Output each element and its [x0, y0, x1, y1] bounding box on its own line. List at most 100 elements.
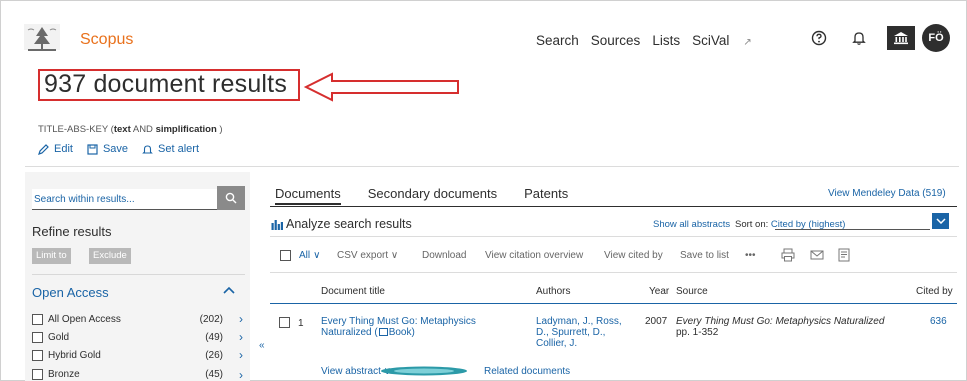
query-term: simplification [155, 124, 217, 135]
author-line: Collier, J. [536, 338, 578, 349]
facet-count: (26) [205, 349, 223, 361]
tab-documents[interactable]: Documents [275, 186, 341, 205]
table-header-underline [270, 303, 957, 304]
chevron-right-icon[interactable]: › [239, 330, 243, 344]
checkbox[interactable] [32, 313, 43, 325]
tab-secondary-documents[interactable]: Secondary documents [368, 186, 497, 205]
checkbox[interactable] [32, 331, 43, 343]
title-line: Every Thing Must Go: Metaphysics [321, 316, 476, 327]
author-line: D., Spurrett, D., [536, 327, 606, 338]
sort-label: Sort on: [735, 219, 769, 230]
nav-search[interactable]: Search [536, 33, 579, 48]
chevron-right-icon[interactable]: › [239, 368, 243, 381]
book-icon [378, 328, 388, 336]
title-line: Naturalized ( [321, 327, 378, 338]
column-header-cited-by[interactable]: Cited by [916, 286, 953, 297]
facet-label: Bronze [48, 369, 80, 380]
analyze-label: Analyze search results [286, 217, 412, 231]
facet-hybrid-gold[interactable]: Hybrid Gold (26) › [32, 348, 245, 362]
checkbox[interactable] [280, 250, 291, 261]
save-to-list-button[interactable]: Save to list [680, 250, 729, 261]
full-text-link-icon[interactable] [380, 366, 468, 376]
external-link-icon: ↗ [743, 37, 752, 48]
chevron-down-icon[interactable]: ∨ [313, 250, 320, 261]
email-icon[interactable] [810, 248, 824, 262]
chevron-right-icon[interactable]: › [239, 312, 243, 326]
tab-patents[interactable]: Patents [524, 186, 568, 205]
column-header-authors[interactable]: Authors [536, 286, 570, 297]
set-alert-button[interactable]: Set alert [142, 143, 199, 155]
bar-chart-icon [271, 219, 283, 230]
search-icon [225, 192, 237, 204]
search-within-input[interactable]: Search within results... [32, 189, 217, 210]
checkbox[interactable] [32, 349, 43, 361]
facet-count: (49) [205, 331, 223, 343]
set-alert-label: Set alert [158, 143, 200, 155]
tabs-underline [270, 206, 957, 207]
facet-count: (202) [199, 313, 223, 325]
facet-bronze[interactable]: Bronze (45) › [32, 368, 245, 381]
row-number: 1 [298, 318, 304, 329]
facet-gold[interactable]: Gold (49) › [32, 330, 245, 344]
show-all-abstracts-link[interactable]: Show all abstracts [653, 219, 730, 230]
column-header-source[interactable]: Source [676, 286, 708, 297]
chevron-right-icon[interactable]: › [239, 348, 243, 362]
chevron-down-icon: ∨ [390, 250, 399, 261]
refine-title: Refine results [32, 224, 112, 239]
exclude-button[interactable]: Exclude [89, 248, 131, 264]
facet-label: All Open Access [48, 313, 121, 325]
view-mendeley-link[interactable]: View Mendeley Data (519) [828, 188, 946, 199]
elsevier-logo-icon [24, 24, 60, 51]
facet-label: Gold [48, 331, 70, 343]
related-documents-link[interactable]: Related documents [484, 366, 570, 377]
sort-underline [775, 229, 930, 230]
search-within-button[interactable] [217, 186, 245, 210]
open-access-heading[interactable]: Open Access [32, 285, 109, 300]
divider [25, 166, 959, 167]
select-all-control[interactable]: All ∨ [280, 250, 320, 261]
save-icon [87, 143, 98, 155]
collapse-sidebar-icon[interactable]: « [259, 340, 265, 351]
authors-links[interactable]: Ladyman, J., Ross, D., Spurrett, D., Col… [536, 316, 622, 349]
analyze-results-link[interactable]: Analyze search results [271, 217, 412, 231]
facet-label: Hybrid Gold [48, 349, 101, 361]
facet-all-open-access[interactable]: All Open Access (202) › [32, 312, 245, 326]
view-citation-overview-button[interactable]: View citation overview [485, 250, 583, 261]
edit-button[interactable]: Edit [38, 143, 73, 155]
nav-sources[interactable]: Sources [591, 33, 641, 48]
checkbox[interactable] [32, 369, 43, 380]
csv-export-button[interactable]: CSV export ∨ [337, 250, 398, 261]
query-prefix: TITLE-ABS-KEY ( [38, 124, 114, 135]
row-checkbox[interactable] [279, 317, 290, 328]
nav-scival[interactable]: SciVal ↗ [692, 33, 764, 48]
source-title[interactable]: Every Thing Must Go: Metaphysics Natural… [676, 316, 884, 327]
chevron-down-icon[interactable] [932, 213, 949, 229]
brand-name[interactable]: Scopus [80, 31, 133, 49]
chevron-up-icon[interactable] [223, 283, 235, 297]
view-cited-by-button[interactable]: View cited by [604, 250, 663, 261]
download-button[interactable]: Download [422, 250, 466, 261]
save-button[interactable]: Save [87, 143, 128, 155]
facet-count: (45) [205, 369, 223, 380]
print-icon[interactable] [781, 248, 795, 262]
bibliography-icon[interactable] [837, 248, 851, 262]
more-options-button[interactable]: ••• [745, 250, 756, 261]
view-abstract-label: View abstract [321, 366, 381, 377]
avatar[interactable]: FÖ [922, 24, 950, 52]
document-tabs: Documents Secondary documents Patents [275, 186, 568, 205]
select-all-label: All [299, 250, 311, 261]
column-header-title[interactable]: Document title [321, 286, 385, 297]
institution-icon[interactable] [887, 26, 915, 50]
document-title-link[interactable]: Every Thing Must Go: Metaphysics Natural… [321, 316, 476, 338]
cited-by-count[interactable]: 636 [930, 316, 947, 327]
nav-lists[interactable]: Lists [652, 33, 680, 48]
bell-icon[interactable] [848, 27, 870, 49]
left-arrow-annotation-icon [303, 72, 459, 102]
help-icon[interactable] [808, 27, 830, 49]
query-suffix: ) [216, 124, 223, 135]
limit-to-button[interactable]: Limit to [32, 248, 71, 264]
source-pages: pp. 1-352 [676, 327, 719, 338]
column-header-year[interactable]: Year [649, 286, 669, 297]
divider [270, 272, 957, 273]
top-nav: Search Sources Lists SciVal ↗ [536, 33, 776, 48]
